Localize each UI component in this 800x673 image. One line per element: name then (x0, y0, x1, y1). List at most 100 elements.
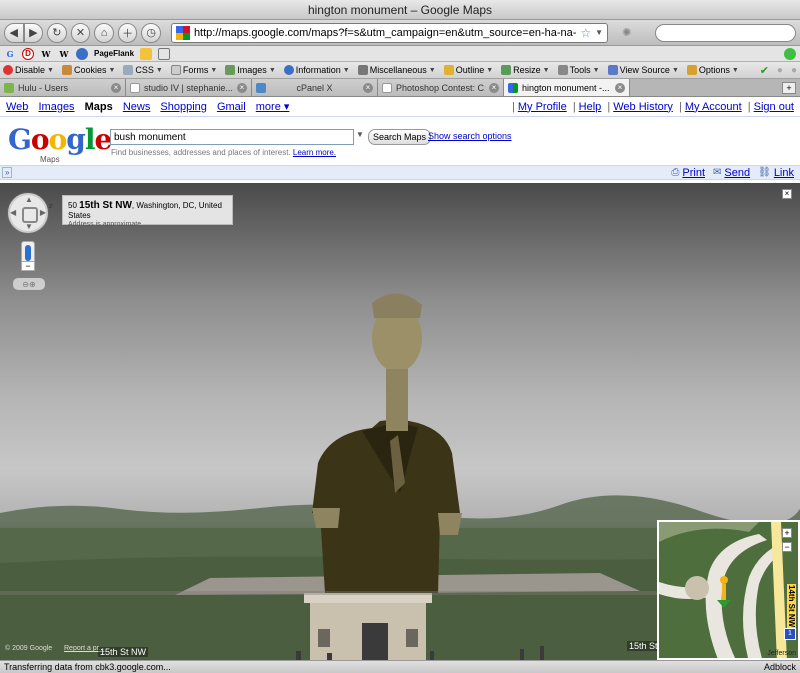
web-search-input[interactable] (655, 23, 797, 42)
home-button[interactable]: ⌂ (94, 22, 114, 43)
gbar-images-link[interactable]: Images (38, 101, 74, 113)
show-search-options-link[interactable]: Show search options (428, 131, 512, 141)
google-bar-links: Web Images Maps News Shopping Gmail more… (6, 100, 296, 113)
gbar-news-link[interactable]: News (123, 101, 151, 113)
minimap-scene (659, 522, 798, 658)
close-tab-icon[interactable]: × (489, 82, 499, 93)
css-status-icon[interactable]: ● (777, 65, 783, 76)
wd-tools-menu[interactable]: Tools ▼ (557, 65, 600, 75)
reload-button[interactable]: ↻ (47, 22, 67, 43)
wd-outline-menu[interactable]: Outline ▼ (443, 65, 493, 75)
wd-resize-menu[interactable]: Resize ▼ (501, 65, 550, 75)
pan-down-icon[interactable]: ▼ (25, 222, 33, 231)
zoom-out-button[interactable]: − (21, 261, 35, 271)
web-history-link[interactable]: Web History (613, 101, 673, 113)
home-icon: ⌂ (100, 26, 108, 39)
zoom-magnifier-buttons[interactable]: ⊖⊕ (13, 278, 45, 290)
search-header: Google Maps ▼ Search Maps Show search op… (0, 117, 800, 165)
gbar-web-link[interactable]: Web (6, 101, 28, 113)
send-link[interactable]: Send (724, 167, 750, 179)
disable-icon (3, 65, 13, 75)
my-account-link[interactable]: My Account (685, 101, 742, 113)
street-label-left[interactable]: 15th St NW (98, 647, 149, 657)
minimap-zoom-out-button[interactable]: − (782, 542, 792, 552)
pan-right-icon[interactable]: ▶ (40, 208, 46, 217)
street-label-right[interactable]: 15th St (627, 641, 660, 651)
digg-bookmark-icon[interactable]: D (22, 47, 34, 60)
help-link[interactable]: Help (579, 101, 602, 113)
gbar-shopping-link[interactable]: Shopping (160, 101, 207, 113)
status-green-icon[interactable] (784, 47, 796, 60)
close-tab-icon[interactable]: × (237, 82, 247, 93)
my-profile-link[interactable]: My Profile (518, 101, 567, 113)
copyright-text: © 2009 Google (5, 645, 53, 652)
wd-view-source-menu[interactable]: View Source ▼ (607, 65, 679, 75)
minimap-zoom-in-button[interactable]: + (782, 528, 792, 538)
close-tab-icon[interactable]: × (615, 82, 625, 93)
page-content: Web Images Maps News Shopping Gmail more… (0, 97, 800, 660)
history-button[interactable]: ◷ (141, 22, 161, 43)
google-bookmark-icon[interactable]: G (4, 48, 16, 60)
pencil-bookmark-icon[interactable] (140, 47, 153, 60)
wikipedia-bookmark-icon[interactable]: W (40, 48, 52, 60)
magnifier-bookmark-icon[interactable] (158, 47, 171, 60)
gbar-more-link[interactable]: more ▾ (256, 101, 290, 113)
close-tab-icon[interactable]: × (111, 82, 121, 93)
minimap-place-label: Jefferson (767, 650, 796, 657)
wd-information-menu[interactable]: Information ▼ (283, 65, 350, 75)
wd-css-menu[interactable]: CSS ▼ (123, 65, 163, 75)
validation-check-icon[interactable]: ✔ (760, 64, 769, 77)
pan-up-icon[interactable]: ▲ (25, 195, 33, 204)
wd-cookies-menu[interactable]: Cookies ▼ (61, 65, 115, 75)
tab-photoshop-contest[interactable]: Photoshop Contest: C... × (378, 79, 504, 96)
pan-left-icon[interactable]: ◀ (10, 208, 16, 217)
search-hint: Find businesses, addresses and places of… (111, 148, 337, 157)
stop-button[interactable]: ✕ (70, 22, 91, 43)
printer-icon: ⎙ (671, 167, 680, 178)
photoshop-favicon-icon (382, 82, 392, 93)
wd-miscellaneous-menu[interactable]: Miscellaneous ▼ (357, 65, 436, 75)
tab-studio[interactable]: studio IV | stephanie... × (126, 79, 252, 96)
wikipedia-bookmark-icon[interactable]: W (58, 48, 70, 60)
history-dropdown-icon[interactable]: ▼ (595, 28, 603, 37)
adblock-button[interactable]: Adblock (764, 662, 796, 672)
search-maps-button[interactable]: Search Maps (368, 129, 432, 145)
search-dropdown-icon[interactable]: ▼ (356, 130, 364, 139)
js-status-icon[interactable]: ● (791, 65, 797, 76)
wd-disable-menu[interactable]: Disable ▼ (3, 65, 54, 75)
bookmark-star-icon[interactable]: ☆ (580, 26, 591, 40)
expand-panel-button[interactable]: » (2, 167, 13, 178)
learn-more-link[interactable]: Learn more. (293, 148, 336, 157)
zoom-magnifier-icon[interactable]: ⊖⊕ (22, 280, 35, 289)
outline-icon (443, 65, 454, 75)
monument-building (304, 593, 432, 660)
close-tab-icon[interactable]: × (363, 82, 373, 93)
tab-google-maps[interactable]: hington monument -... × (504, 79, 630, 96)
add-tab-icon: ＋ (122, 27, 134, 40)
street-view-panorama[interactable]: ▲ ▼ ◀ ▶ z − ⊖⊕ 50 15th St NW, Washington… (0, 183, 800, 660)
google-maps-logo[interactable]: Google (8, 123, 112, 156)
print-link[interactable]: Print (682, 167, 705, 179)
sign-out-link[interactable]: Sign out (754, 101, 794, 113)
globe-bookmark-icon[interactable] (76, 47, 88, 60)
link-link[interactable]: Link (774, 167, 794, 179)
minimap-road-label: 14th St NW (787, 584, 796, 629)
address-bar[interactable]: http://maps.google.com/maps?f=s&utm_camp… (170, 22, 609, 43)
new-tab-button[interactable]: ＋ (117, 22, 138, 43)
tab-cpanel[interactable]: cPanel X × (252, 79, 378, 96)
search-maps-input[interactable] (110, 129, 354, 145)
back-button[interactable]: ◀ (4, 22, 24, 43)
overview-minimap[interactable]: + − 14th St NW 1 Jefferson (657, 520, 800, 660)
new-tab-icon[interactable]: + (782, 81, 796, 94)
wd-images-menu[interactable]: Images ▼ (225, 65, 276, 75)
pageflank-bookmark[interactable]: PageFlank (94, 49, 134, 58)
wd-forms-menu[interactable]: Forms ▼ (170, 65, 217, 75)
wd-options-menu[interactable]: Options ▼ (686, 65, 739, 75)
stop-icon: ✕ (75, 27, 86, 39)
forward-button[interactable]: ▶ (23, 22, 44, 43)
tab-hulu[interactable]: Hulu - Users × (0, 79, 126, 96)
address-number: 50 (68, 201, 77, 210)
gbar-maps-link[interactable]: Maps (85, 101, 113, 113)
gbar-gmail-link[interactable]: Gmail (217, 101, 246, 113)
close-street-view-button[interactable]: × (782, 189, 792, 199)
